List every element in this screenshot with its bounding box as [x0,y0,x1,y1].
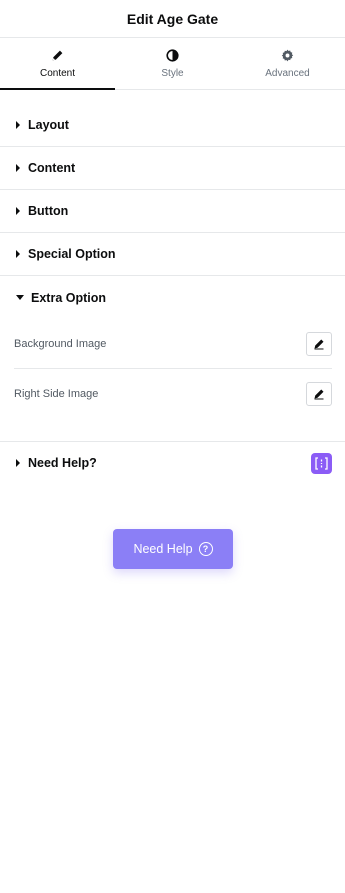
panel-header: Edit Age Gate [0,0,345,38]
caret-right-icon [16,459,20,467]
pencil-icon [314,389,324,400]
tab-style[interactable]: Style [115,38,230,89]
pencil-icon [314,339,324,349]
section-extra-option-label: Extra Option [31,290,107,305]
section-button-label: Button [28,204,69,218]
caret-down-icon [16,295,24,300]
contrast-icon [166,48,180,62]
right-side-image-label: Right Side Image [14,388,99,400]
help-badge-icon[interactable] [311,452,332,474]
caret-right-icon [16,121,20,129]
section-layout-label: Layout [28,118,69,132]
caret-right-icon [16,250,20,258]
section-need-help[interactable]: Need Help? [0,441,345,484]
background-image-control: Background Image [14,319,332,369]
tab-content[interactable]: Content [0,38,115,90]
section-special-option[interactable]: Special Option [0,233,345,276]
background-image-edit-button[interactable] [306,331,332,356]
section-button[interactable]: Button [0,190,345,233]
caret-right-icon [16,164,20,172]
section-extra-option-header[interactable]: Extra Option [14,276,332,319]
section-need-help-label: Need Help? [28,456,97,470]
section-special-option-label: Special Option [28,247,116,261]
gear-icon [281,48,295,62]
tab-style-label: Style [161,68,184,79]
pencil-icon [51,48,65,62]
section-extra-option: Extra Option Background Image Right Side… [0,276,345,419]
right-side-image-edit-button[interactable] [306,382,332,406]
section-content[interactable]: Content [0,147,345,190]
right-side-image-control: Right Side Image [14,369,332,419]
tab-advanced-label: Advanced [265,68,310,79]
tab-content-label: Content [39,68,76,79]
question-circle-icon: ? [198,542,213,556]
background-image-label: Background Image [14,337,107,350]
section-layout[interactable]: Layout [0,90,345,147]
need-help-button-label: Need Help [133,542,193,556]
panel-title: Edit Age Gate [126,10,219,27]
tab-advanced[interactable]: Advanced [230,38,345,89]
caret-right-icon [16,207,20,215]
need-help-button[interactable]: Need Help ? [113,529,233,569]
section-content-label: Content [28,161,76,175]
panel-tabs: Content Style Advanced [0,38,345,90]
